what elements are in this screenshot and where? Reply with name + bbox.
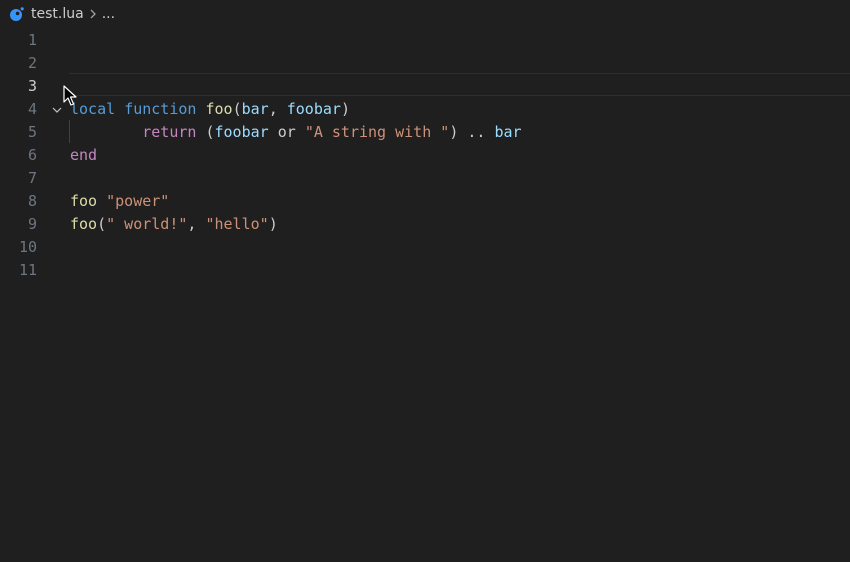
code-token: "power" xyxy=(106,192,170,210)
code-text: end xyxy=(70,144,97,167)
code-token: function xyxy=(124,100,197,118)
code-text: return (foobar or "A string with ") .. b… xyxy=(70,121,522,144)
code-line[interactable]: 7 xyxy=(0,167,850,190)
code-line[interactable]: 9 foo(" world!", "hello") xyxy=(0,213,850,236)
code-token: , xyxy=(268,100,287,118)
code-token: ( xyxy=(232,100,242,118)
code-token: ( xyxy=(196,123,215,141)
code-editor[interactable]: 1 2 3 4 local function foo(bar, foobar) 5 ret… xyxy=(0,28,850,562)
code-line[interactable]: 1 xyxy=(0,29,850,52)
code-line[interactable]: 2 xyxy=(0,52,850,75)
code-text: local function foo(bar, foobar) xyxy=(70,98,350,121)
code-token: or xyxy=(268,123,305,141)
code-token: , xyxy=(187,215,206,233)
code-token: "A string with " xyxy=(304,123,450,141)
breadcrumb-file[interactable]: test.lua xyxy=(31,6,84,22)
code-text: foo "power" xyxy=(70,190,169,213)
code-token: bar xyxy=(241,100,269,118)
code-token: foo xyxy=(205,100,233,118)
code-line[interactable]: 10 xyxy=(0,236,850,259)
code-token: ) xyxy=(340,100,350,118)
code-token: "hello" xyxy=(205,215,269,233)
chevron-right-icon xyxy=(88,8,98,20)
chevron-down-icon[interactable] xyxy=(50,98,64,121)
breadcrumb-more[interactable]: ... xyxy=(102,6,115,22)
code-line[interactable]: 8 foo "power" xyxy=(0,190,850,213)
line-number: 1 xyxy=(27,31,37,49)
code-token: foo xyxy=(70,192,98,210)
line-number: 2 xyxy=(27,54,37,72)
code-line[interactable]: 3 xyxy=(0,75,850,98)
code-token: bar xyxy=(494,123,522,141)
code-token: ( xyxy=(97,215,107,233)
line-number: 6 xyxy=(27,146,37,164)
line-number: 10 xyxy=(18,238,37,256)
line-number: 3 xyxy=(27,77,37,95)
code-token: ) .. xyxy=(449,123,495,141)
code-line[interactable]: 11 xyxy=(0,259,850,282)
mouse-pointer-icon xyxy=(63,85,77,106)
code-token: foo xyxy=(70,215,98,233)
code-text: foo(" world!", "hello") xyxy=(70,213,278,236)
code-token: foobar xyxy=(214,123,269,141)
line-number: 9 xyxy=(27,215,37,233)
code-line[interactable]: 4 local function foo(bar, foobar) xyxy=(0,98,850,121)
line-number: 8 xyxy=(27,192,37,210)
line-number: 11 xyxy=(18,261,37,279)
line-number: 5 xyxy=(27,123,37,141)
code-token: return xyxy=(142,123,197,141)
code-token: ) xyxy=(268,215,278,233)
code-token: foobar xyxy=(286,100,341,118)
breadcrumb: test.lua ... xyxy=(0,0,850,28)
code-line[interactable]: 6 end xyxy=(0,144,850,167)
line-number: 4 xyxy=(27,100,37,118)
lua-icon xyxy=(9,6,25,22)
code-token: " world!" xyxy=(106,215,188,233)
code-token: end xyxy=(70,146,98,164)
line-number: 7 xyxy=(27,169,37,187)
code-line[interactable]: 5 return (foobar or "A string with ") ..… xyxy=(0,121,850,144)
